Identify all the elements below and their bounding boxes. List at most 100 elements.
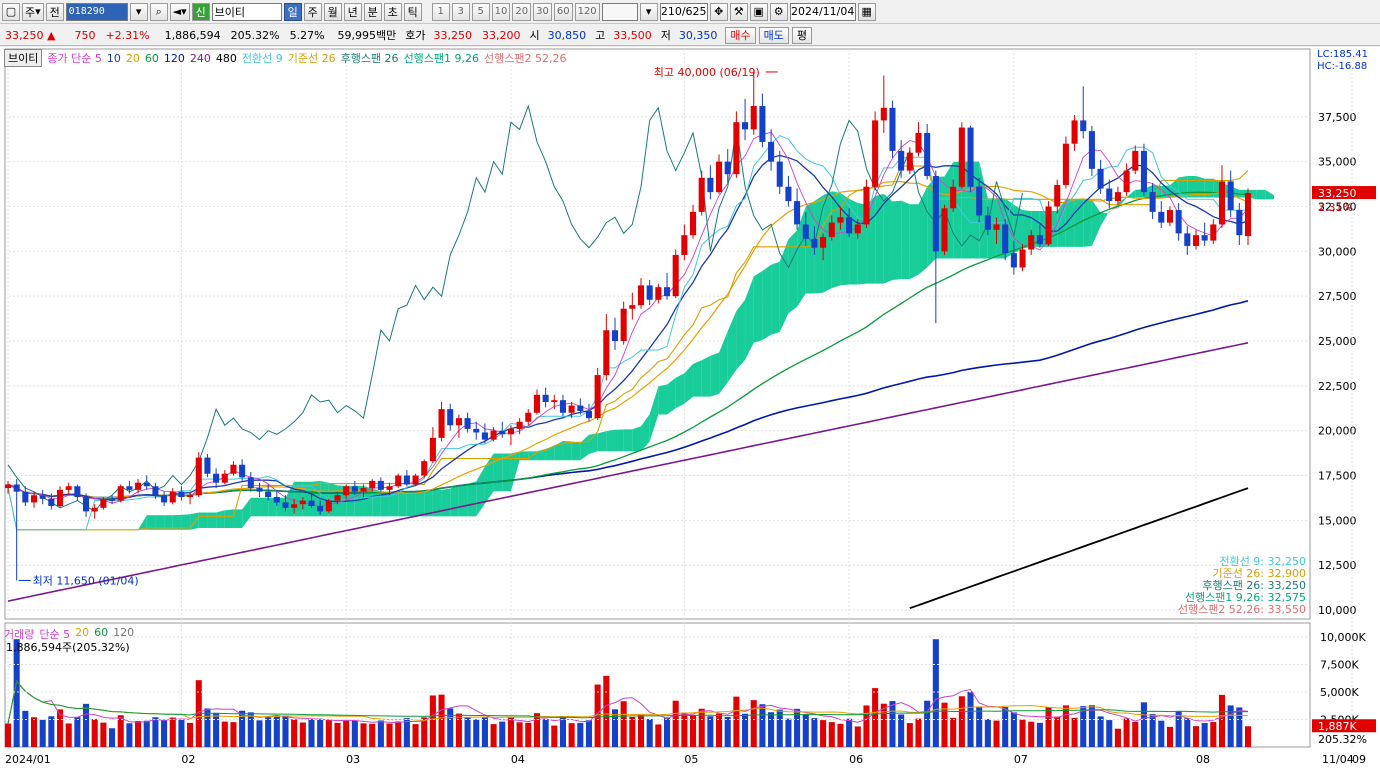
volume-bar [603,675,610,747]
x-tick-label: 02 [181,753,195,766]
volume-bar [213,712,220,747]
legend-ma240[interactable]: 240 [190,52,211,65]
search-icon[interactable]: ⌕ [149,2,168,21]
volume-bar [386,723,393,747]
x-tick-label: 04 [511,753,525,766]
legend-span1[interactable]: 선행스팬1 9,26 [404,50,479,66]
candle-body [152,486,159,496]
candle-body [308,500,315,507]
volume-ratio: 205.32% [230,28,280,42]
interval-1-button[interactable]: 1 [431,2,450,21]
data-count-field[interactable]: 210/625 [659,2,708,21]
code-dropdown-icon[interactable]: ▾ [129,2,148,21]
volume-bar [291,719,298,747]
legend-ma480[interactable]: 480 [216,52,237,65]
candle-body [187,495,194,498]
interval-custom-input[interactable] [601,2,638,21]
volume-bar [724,717,731,747]
candle-body [1097,168,1104,189]
volume-bar [447,708,454,747]
chart-canvas[interactable]: 37,50035,00032,50030,00027,50025,00022,5… [0,47,1380,769]
candle-body [1210,224,1217,241]
legend-ma10[interactable]: 10 [107,52,121,65]
candle-body [1010,253,1017,268]
candle-body [898,150,905,171]
volume-bar [716,713,723,747]
volume-bar [1028,721,1035,747]
legend-span2[interactable]: 선행스팬2 52,26 [484,50,566,66]
chart-toolbar: ▢ 주 ▾ 전 018290 ▾ ⌕ ◄▾ 신 브이티 일 주 월 년 분 초 틱… [0,0,1380,24]
tools-icon[interactable]: ⚒ [729,2,748,21]
legend-chikou[interactable]: 후행스팬 26 [341,50,399,66]
legend-ma120[interactable]: 120 [164,52,185,65]
candle-body [663,287,671,297]
period-day-button[interactable]: 일 [283,2,302,21]
period-year-button[interactable]: 년 [343,2,362,21]
interval-5-button[interactable]: 5 [471,2,490,21]
candle-body [1227,181,1234,211]
candle-body [351,486,358,492]
interval-dropdown-icon[interactable]: ▾ [639,2,658,21]
volume-bar [1071,717,1078,747]
lc-hc-readout: LC:185.41 HC:-16.88 [1317,49,1368,73]
y-tick-label: 10,000 [1318,604,1357,617]
interval-20-button[interactable]: 20 [512,2,532,21]
candle-body [1071,120,1078,144]
candle-body [629,305,636,309]
period-week-button[interactable]: 주 [303,2,322,21]
ichimoku-cloud-segment [1178,175,1188,198]
low-annotation: 최저 11,650 (01/04) [33,574,139,587]
period-month-button[interactable]: 월 [323,2,342,21]
interval-60-button[interactable]: 60 [553,2,573,21]
period-second-button[interactable]: 초 [383,2,402,21]
eval-button[interactable]: 평 [791,26,813,44]
interval-30-button[interactable]: 30 [533,2,552,21]
candle-body [1175,210,1182,234]
window-icon[interactable]: ▢ [2,2,20,21]
y-tick-label: 12,500 [1318,559,1357,572]
candle-body [1019,249,1026,268]
save-icon[interactable]: ▣ [749,2,768,21]
legend-stock-name[interactable]: 브이티 [4,49,43,67]
legend-ma60[interactable]: 60 [145,52,159,65]
volume-bar [1097,716,1104,747]
candle-body [1123,170,1130,193]
calendar-icon[interactable]: ▦ [857,2,876,21]
candle-body [265,491,272,498]
legend-ma20[interactable]: 20 [126,52,140,65]
period-tick-button[interactable]: 틱 [403,2,422,21]
volume-bar [499,721,506,747]
candle-body [533,394,540,413]
volume-bar [117,715,124,747]
price-pct-tag: 2.31% [1318,201,1353,214]
date-input[interactable]: 2024/11/04 [789,2,856,21]
legend-kijun[interactable]: 기준선 26 [288,50,336,66]
volume-bar [317,718,324,747]
candle-body [317,506,324,512]
sell-button[interactable]: 매도 [758,26,789,44]
gear-icon[interactable]: ⚙ [769,2,788,21]
candle-body [585,410,593,419]
crosshair-icon[interactable]: ✥ [709,2,728,21]
interval-10-button[interactable]: 10 [491,2,511,21]
candle-body [464,418,471,429]
candle-body [785,186,792,202]
interval-3-button[interactable]: 3 [451,2,470,21]
candle-body [100,498,107,508]
speaker-icon[interactable]: ◄▾ [169,2,190,21]
volume-bar [247,712,254,747]
buy-button[interactable]: 매수 [725,26,756,44]
legend-tenkan[interactable]: 전환선 9 [242,50,283,66]
candle-body [1036,235,1043,245]
prev-button[interactable]: 전 [45,2,64,21]
stock-chart[interactable]: 37,500 35,000 32,500 30,000 27,500 25,000 22,5… [0,47,1380,769]
volume-bar [846,718,853,747]
period-minute-button[interactable]: 분 [363,2,382,21]
legend-ma5[interactable]: 종가 단순 5 [47,50,101,66]
candle-body [412,475,419,485]
interval-120-button[interactable]: 120 [574,2,600,21]
volume-tick-label: 5,000K [1320,686,1359,699]
mode-badge[interactable]: 신 [191,2,210,21]
stock-code-input[interactable]: 018290 [65,2,128,21]
market-select[interactable]: 주 ▾ [22,2,44,21]
